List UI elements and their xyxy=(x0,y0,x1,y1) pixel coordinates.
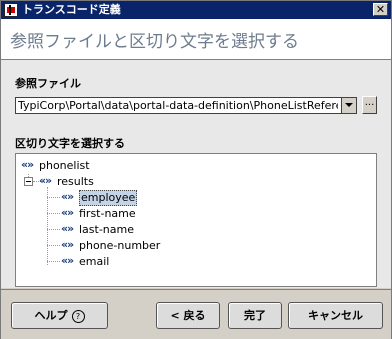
window-title: トランスコード定義 xyxy=(22,3,121,16)
tree-connector xyxy=(47,229,60,230)
tree-connector xyxy=(47,245,60,246)
reference-file-label: 参照ファイル xyxy=(15,77,81,90)
close-button[interactable]: ✕ xyxy=(373,3,388,16)
xml-element-icon xyxy=(61,206,75,220)
browse-button[interactable]: ... xyxy=(362,96,377,114)
xml-element-icon xyxy=(61,190,75,204)
finish-button[interactable]: 完了 xyxy=(228,302,282,329)
delimiter-label: 区切り文字を選択する xyxy=(15,137,125,150)
tree-node-label: first-name xyxy=(79,207,136,220)
page-title: 参照ファイルと区切り文字を選択する xyxy=(10,32,299,52)
xml-element-icon xyxy=(61,222,75,236)
element-tree[interactable]: phonelist results employee first-name la… xyxy=(15,153,377,287)
tree-connector xyxy=(47,187,48,265)
tree-connector xyxy=(47,197,60,198)
button-bar: ヘルプ? < 戻る 完了 キャンセル xyxy=(1,289,391,339)
dropdown-arrow-icon[interactable] xyxy=(341,98,356,113)
cancel-button[interactable]: キャンセル xyxy=(288,302,383,329)
tree-connector xyxy=(47,213,60,214)
app-icon xyxy=(4,3,18,17)
xml-element-icon xyxy=(39,174,53,188)
tree-connector xyxy=(47,261,60,262)
tree-node-label: last-name xyxy=(79,223,135,236)
xml-element-icon xyxy=(61,238,75,252)
xml-element-icon xyxy=(21,158,35,172)
tree-node-label: phonelist xyxy=(39,159,90,172)
reference-file-combo[interactable]: TypiCorp\Portal\data\portal-data-definit… xyxy=(15,97,357,114)
tree-node-label: email xyxy=(79,255,110,268)
help-button-label: ヘルプ xyxy=(34,309,68,322)
wizard-content: 参照ファイル TypiCorp\Portal\data\portal-data-… xyxy=(1,60,391,288)
collapse-toggle-icon[interactable] xyxy=(24,177,33,186)
transcode-dialog: トランスコード定義 ✕ 参照ファイルと区切り文字を選択する 参照ファイル Typ… xyxy=(0,0,392,339)
reference-file-value: TypiCorp\Portal\data\portal-data-definit… xyxy=(18,99,338,112)
help-button[interactable]: ヘルプ? xyxy=(11,302,108,329)
tree-node-label: phone-number xyxy=(79,239,161,252)
tree-node-label: employee xyxy=(79,190,138,206)
help-icon: ? xyxy=(71,309,85,323)
tree-node-label: results xyxy=(57,175,94,188)
wizard-header: 参照ファイルと区切り文字を選択する xyxy=(1,19,391,60)
title-bar: トランスコード定義 ✕ xyxy=(1,1,391,19)
back-button[interactable]: < 戻る xyxy=(156,302,220,329)
xml-element-icon xyxy=(61,254,75,268)
